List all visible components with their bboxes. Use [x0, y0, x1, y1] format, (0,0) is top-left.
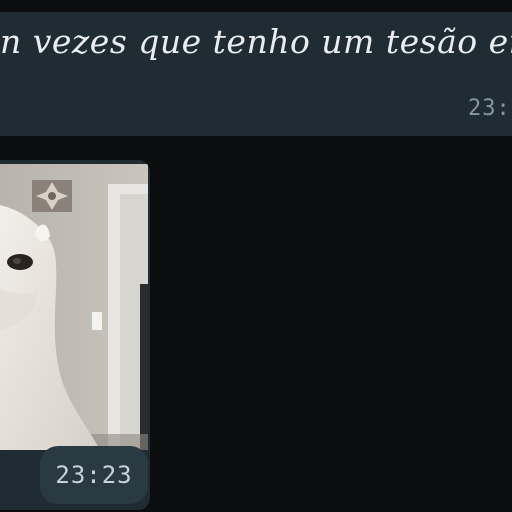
dog-photo-illustration — [0, 164, 148, 450]
message-text: n vezes que tenho um tesão er — [0, 22, 512, 61]
message-timestamp: 23: — [468, 96, 511, 121]
dog-photo[interactable] — [0, 164, 148, 450]
chat-view: n vezes que tenho um tesão er 23: 23:23 — [0, 0, 512, 512]
image-timestamp: 23:23 — [40, 446, 148, 504]
